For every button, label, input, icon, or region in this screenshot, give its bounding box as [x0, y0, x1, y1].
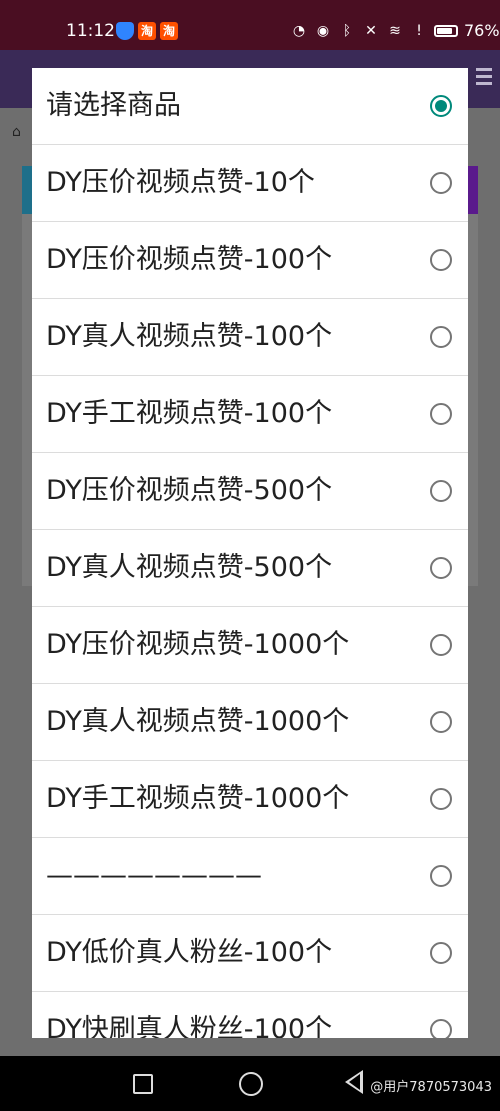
- radio-unchecked-icon[interactable]: [430, 249, 452, 271]
- mute-icon: ✕: [365, 23, 377, 39]
- radio-unchecked-icon[interactable]: [430, 172, 452, 194]
- home-icon: ⌂: [12, 124, 21, 140]
- wifi-icon: ≋: [389, 23, 401, 39]
- radio-unchecked-icon[interactable]: [430, 557, 452, 579]
- option-row[interactable]: DY压价视频点赞-500个: [32, 453, 468, 530]
- eye-icon: ◉: [316, 23, 330, 39]
- radio-unchecked-icon[interactable]: [430, 711, 452, 733]
- option-label: DY手工视频点赞-1000个: [46, 783, 350, 814]
- option-row[interactable]: DY低价真人粉丝-100个: [32, 915, 468, 992]
- option-label: 请选择商品: [46, 90, 181, 121]
- recents-icon[interactable]: [133, 1074, 153, 1094]
- alert-icon: !: [416, 23, 422, 39]
- status-right-icons: ◔ ◉ ᛒ ✕ ≋ ! 76%: [290, 20, 500, 42]
- battery-percent: 76%: [464, 21, 500, 40]
- battery-icon: [434, 25, 458, 37]
- taobao-icon: 淘: [160, 22, 178, 40]
- option-row[interactable]: DY真人视频点赞-500个: [32, 530, 468, 607]
- radio-unchecked-icon[interactable]: [430, 865, 452, 887]
- radio-unchecked-icon[interactable]: [430, 403, 452, 425]
- radio-unchecked-icon[interactable]: [430, 1019, 452, 1038]
- option-row[interactable]: DY手工视频点赞-100个: [32, 376, 468, 453]
- menu-icon: [476, 68, 492, 85]
- option-row[interactable]: DY手工视频点赞-1000个: [32, 761, 468, 838]
- option-label: DY手工视频点赞-100个: [46, 398, 333, 429]
- watermark: @用户7870573043: [370, 1080, 492, 1095]
- home-nav-icon[interactable]: [239, 1072, 263, 1096]
- option-label: DY真人视频点赞-1000个: [46, 706, 350, 737]
- option-label: DY压价视频点赞-1000个: [46, 629, 350, 660]
- option-row[interactable]: DY压价视频点赞-1000个: [32, 607, 468, 684]
- radio-unchecked-icon[interactable]: [430, 788, 452, 810]
- option-label: DY快刷真人粉丝-100个: [46, 1014, 333, 1038]
- bluetooth-icon: ᛒ: [342, 23, 352, 39]
- status-bar: 11:12 淘 淘 ◔ ◉ ᛒ ✕ ≋ ! 76%: [0, 0, 500, 50]
- option-label: DY压价视频点赞-100个: [46, 244, 333, 275]
- option-label: ————————: [46, 860, 262, 891]
- option-row[interactable]: DY真人视频点赞-1000个: [32, 684, 468, 761]
- option-row[interactable]: DY真人视频点赞-100个: [32, 299, 468, 376]
- option-row[interactable]: DY压价视频点赞-100个: [32, 222, 468, 299]
- option-row[interactable]: ————————: [32, 838, 468, 915]
- option-label: DY低价真人粉丝-100个: [46, 937, 333, 968]
- status-left-icons: 淘 淘: [116, 20, 178, 42]
- product-select-dialog: 请选择商品 DY压价视频点赞-10个 DY压价视频点赞-100个 DY真人视频点赞-1…: [32, 68, 468, 1038]
- navigation-bar: @用户7870573043: [0, 1056, 500, 1111]
- option-label: DY压价视频点赞-10个: [46, 167, 315, 198]
- radio-unchecked-icon[interactable]: [430, 326, 452, 348]
- option-row[interactable]: DY压价视频点赞-10个: [32, 145, 468, 222]
- option-label: DY真人视频点赞-100个: [46, 321, 333, 352]
- option-row[interactable]: DY快刷真人粉丝-100个: [32, 992, 468, 1038]
- back-icon[interactable]: [345, 1070, 363, 1094]
- shield-icon: [116, 22, 134, 40]
- radio-unchecked-icon[interactable]: [430, 942, 452, 964]
- taobao-icon: 淘: [138, 22, 156, 40]
- option-label: DY压价视频点赞-500个: [46, 475, 333, 506]
- option-label: DY真人视频点赞-500个: [46, 552, 333, 583]
- status-time: 11:12: [66, 21, 115, 41]
- radio-checked-icon[interactable]: [430, 95, 452, 117]
- option-row[interactable]: 请选择商品: [32, 68, 468, 145]
- speed-icon: ◔: [292, 23, 306, 39]
- radio-unchecked-icon[interactable]: [430, 634, 452, 656]
- radio-unchecked-icon[interactable]: [430, 480, 452, 502]
